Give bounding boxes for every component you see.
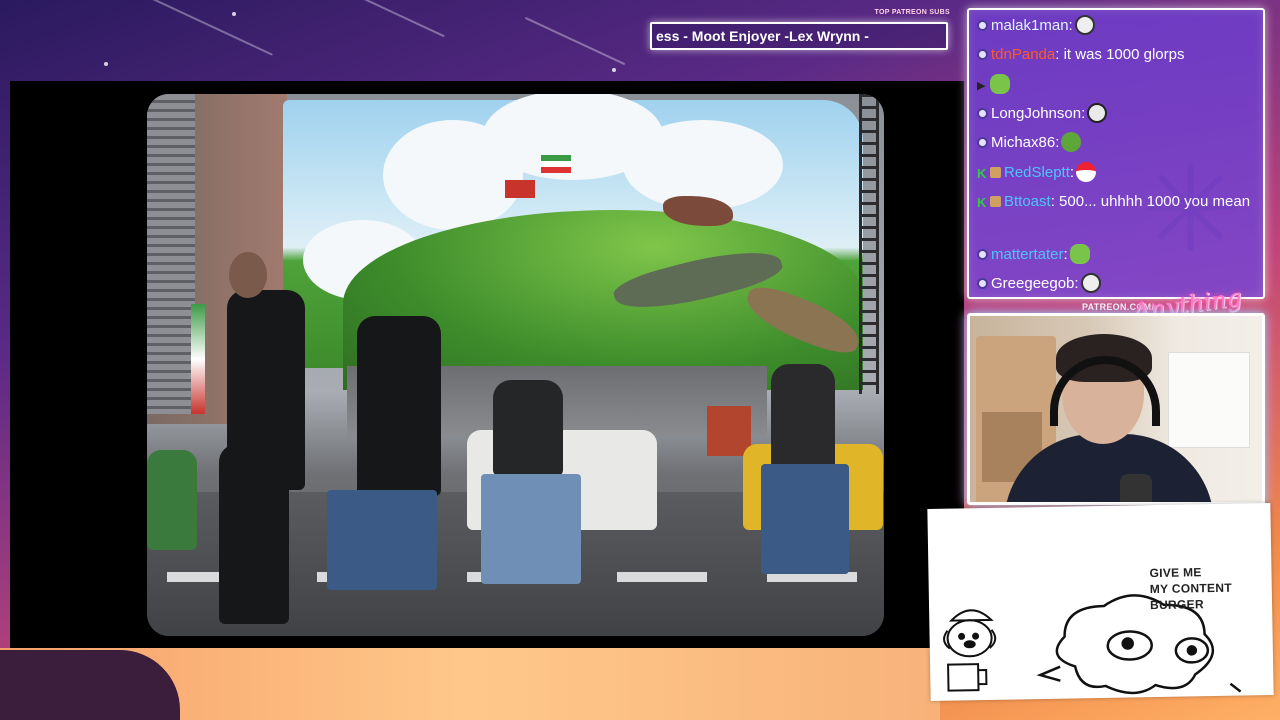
moderator-badge-icon <box>977 48 988 60</box>
drawing-caption: GIVE ME MY CONTENT BURGER <box>1149 563 1260 613</box>
background-star <box>612 68 616 72</box>
chat-text: 500... uhhhh 1000 you mean <box>1059 193 1251 210</box>
photo-pedestrian-jeans <box>481 474 581 584</box>
reply-arrow-icon: ▶ <box>977 80 986 92</box>
chat-message: LongJohnson: <box>977 102 1259 126</box>
photo-pedestrian <box>493 380 563 476</box>
chat-username: RedSleptt <box>1004 164 1070 181</box>
moderator-badge-icon <box>977 107 988 119</box>
chat-username: mattertater <box>991 246 1064 263</box>
webcam-dresser <box>1168 352 1250 448</box>
chat-username: LongJohnson <box>991 105 1082 122</box>
dog-doodle <box>943 609 997 692</box>
caption-line: BURGER <box>1149 597 1204 613</box>
subscriber-badge-icon <box>990 195 1001 207</box>
background-streak <box>335 0 445 38</box>
ticker-text: ess - Moot Enjoyer -Lex Wrynn - <box>656 28 869 44</box>
kick-badge-icon: K <box>977 194 987 210</box>
pepe-emote-icon <box>1061 132 1082 153</box>
chat-message: malak1man: <box>977 14 1259 38</box>
microphone-icon <box>1120 474 1152 502</box>
face-emote-icon <box>1074 15 1095 36</box>
caption-line: MY CONTENT <box>1149 580 1233 597</box>
chat-message: K Bttoast: 500... uhhhh 1000 you mean <box>977 193 1251 210</box>
kick-badge-icon: K <box>977 165 987 181</box>
webcam-feed <box>967 313 1265 505</box>
photo-pedestrian-jeans <box>761 464 849 574</box>
chat-username: Bttoast <box>1004 193 1051 210</box>
chat-username: Michax86 <box>991 134 1056 151</box>
background-streak <box>127 0 273 56</box>
background-streak <box>524 16 626 66</box>
drawing-canvas: GIVE ME MY CONTENT BURGER <box>927 503 1274 701</box>
skull-emote-icon <box>1087 103 1108 124</box>
moderator-badge-icon <box>977 19 988 31</box>
background-bottom-shape <box>0 650 180 720</box>
photo-pedestrian-jeans <box>327 490 437 590</box>
mural-flag <box>541 155 571 173</box>
chat-message: ▶ <box>977 73 1259 98</box>
moderator-badge-icon <box>977 248 988 260</box>
photo-pedestrian-head <box>229 252 267 298</box>
frog-emote-icon <box>990 74 1011 95</box>
subscriber-badge-icon <box>990 166 1001 178</box>
photo-pedestrian <box>219 444 289 624</box>
photo-flag-banner <box>191 304 205 414</box>
patreon-subs-ticker: ess - Moot Enjoyer -Lex Wrynn - <box>650 22 948 50</box>
chat-username: malak1man <box>991 17 1069 34</box>
face-emote-icon <box>1080 273 1101 294</box>
photo-scaffold <box>859 94 879 394</box>
chat-message: K RedSleptt: <box>977 161 1259 185</box>
caption-line: GIVE ME <box>1149 565 1202 581</box>
chat-text: it was 1000 glorps <box>1063 46 1185 63</box>
chat-message: mattertater: <box>977 243 1259 267</box>
hat-emote-icon <box>1076 162 1097 183</box>
background-star <box>232 12 236 16</box>
moderator-badge-icon <box>977 136 988 148</box>
photo-shop-sign <box>707 406 751 456</box>
photo-pedestrian <box>357 316 441 496</box>
top-patreon-subs-label: TOP PATREON SUBS <box>874 9 950 16</box>
mural-flag <box>505 180 535 198</box>
chat-username: tdnPanda <box>991 46 1056 63</box>
photo-car-green <box>147 450 197 550</box>
frog-emote-icon <box>1069 244 1090 265</box>
photo-pedestrian <box>771 364 835 474</box>
chat-username: Greegeegob <box>991 275 1075 292</box>
crosswalk-stripe <box>617 572 707 582</box>
chat-overlay: malak1man: tdnPanda: it was 1000 glorps … <box>967 8 1265 299</box>
photo-building-windows <box>147 94 195 414</box>
moderator-badge-icon <box>977 277 988 289</box>
background-star <box>104 62 108 66</box>
chat-message: Michax86: <box>977 131 1259 155</box>
video-photo-tehran-street <box>147 94 884 636</box>
chat-message: tdnPanda: it was 1000 glorps <box>977 43 1259 67</box>
